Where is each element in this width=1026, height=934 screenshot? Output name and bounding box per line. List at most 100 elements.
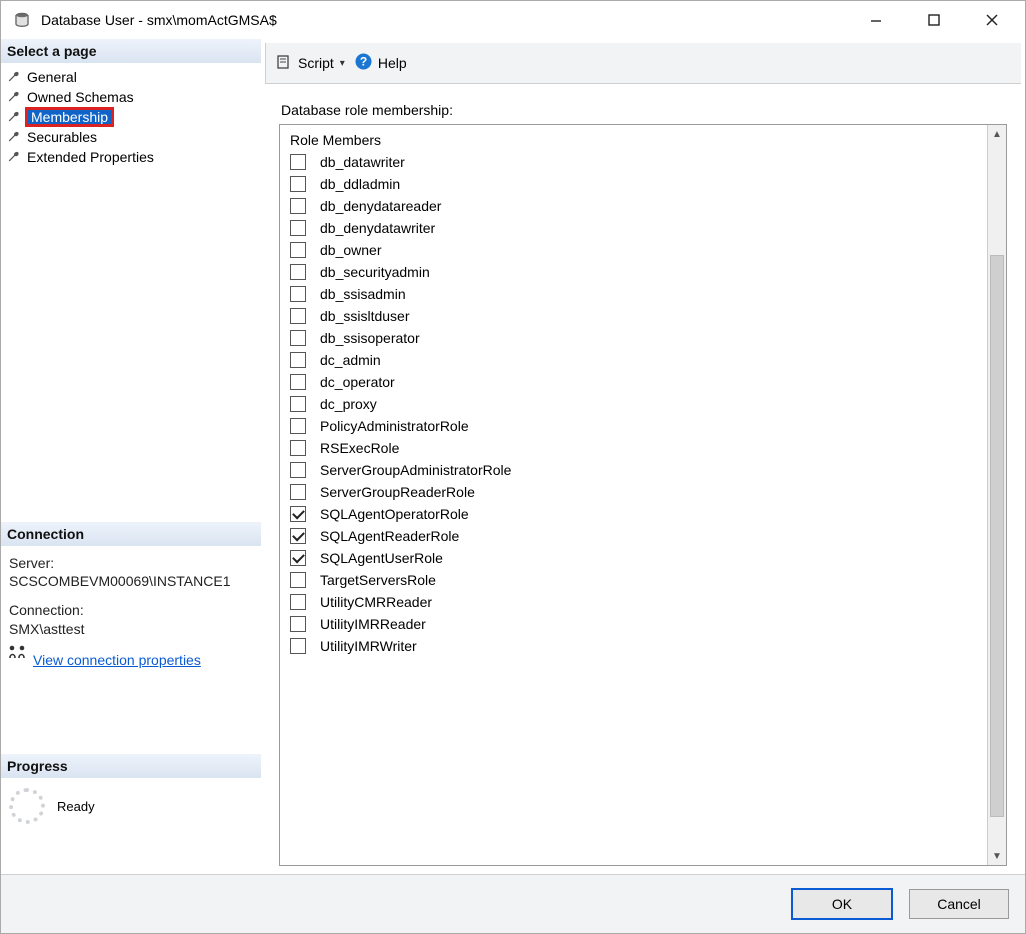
role-name: SQLAgentReaderRole	[320, 528, 459, 544]
role-row[interactable]: dc_operator	[280, 371, 987, 393]
role-row[interactable]: db_datawriter	[280, 151, 987, 173]
role-checkbox[interactable]	[290, 616, 306, 632]
page-item-general[interactable]: General	[1, 67, 261, 87]
page-item-label: Extended Properties	[27, 149, 154, 165]
progress-spinner-icon	[9, 788, 45, 824]
script-icon	[276, 55, 292, 72]
scroll-thumb[interactable]	[990, 255, 1004, 817]
page-item-label: Owned Schemas	[27, 89, 134, 105]
role-checkbox[interactable]	[290, 396, 306, 412]
role-checkbox[interactable]	[290, 242, 306, 258]
role-row[interactable]: RSExecRole	[280, 437, 987, 459]
scroll-up-icon[interactable]: ▲	[988, 125, 1006, 143]
role-checkbox[interactable]	[290, 638, 306, 654]
role-membership-label: Database role membership:	[281, 102, 1007, 118]
role-checkbox[interactable]	[290, 572, 306, 588]
role-row[interactable]: UtilityIMRReader	[280, 613, 987, 635]
title-bar: Database User - smx\momActGMSA$	[1, 1, 1025, 39]
role-checkbox[interactable]	[290, 418, 306, 434]
role-row[interactable]: UtilityCMRReader	[280, 591, 987, 613]
role-row[interactable]: SQLAgentOperatorRole	[280, 503, 987, 525]
role-name: PolicyAdministratorRole	[320, 418, 469, 434]
close-button[interactable]	[963, 1, 1021, 39]
window-title: Database User - smx\momActGMSA$	[41, 12, 277, 28]
role-row[interactable]: db_ddladmin	[280, 173, 987, 195]
page-item-extended-properties[interactable]: Extended Properties	[1, 147, 261, 167]
page-item-membership[interactable]: Membership	[1, 107, 261, 127]
help-label: Help	[378, 55, 407, 71]
role-name: db_securityadmin	[320, 264, 430, 280]
help-button[interactable]: ? Help	[355, 53, 407, 73]
role-checkbox[interactable]	[290, 506, 306, 522]
role-row[interactable]: db_ssisltduser	[280, 305, 987, 327]
right-panel: Script ▾ ? Help Database role membership…	[261, 39, 1025, 874]
role-checkbox[interactable]	[290, 550, 306, 566]
role-name: db_denydatareader	[320, 198, 441, 214]
role-name: db_datawriter	[320, 154, 405, 170]
role-checkbox[interactable]	[290, 352, 306, 368]
role-row[interactable]: ServerGroupAdministratorRole	[280, 459, 987, 481]
scroll-down-icon[interactable]: ▼	[988, 847, 1006, 865]
role-name: ServerGroupAdministratorRole	[320, 462, 511, 478]
role-row[interactable]: PolicyAdministratorRole	[280, 415, 987, 437]
role-checkbox[interactable]	[290, 374, 306, 390]
role-checkbox[interactable]	[290, 440, 306, 456]
role-checkbox[interactable]	[290, 594, 306, 610]
role-checkbox[interactable]	[290, 220, 306, 236]
role-row[interactable]: db_ssisoperator	[280, 327, 987, 349]
help-icon: ?	[355, 53, 372, 73]
role-row[interactable]: db_denydatareader	[280, 195, 987, 217]
connection-value: SMX\asttest	[9, 620, 253, 639]
role-name: dc_operator	[320, 374, 395, 390]
role-name: db_denydatawriter	[320, 220, 435, 236]
chevron-down-icon: ▾	[340, 58, 345, 69]
role-name: db_ssisoperator	[320, 330, 420, 346]
role-checkbox[interactable]	[290, 154, 306, 170]
role-row[interactable]: UtilityIMRWriter	[280, 635, 987, 657]
role-checkbox[interactable]	[290, 462, 306, 478]
role-list-scrollbar[interactable]: ▲ ▼	[987, 125, 1006, 865]
database-icon	[13, 11, 31, 29]
role-checkbox[interactable]	[290, 198, 306, 214]
role-name: TargetServersRole	[320, 572, 436, 588]
role-row[interactable]: ServerGroupReaderRole	[280, 481, 987, 503]
page-item-owned-schemas[interactable]: Owned Schemas	[1, 87, 261, 107]
role-row[interactable]: db_securityadmin	[280, 261, 987, 283]
progress-status-text: Ready	[57, 799, 95, 814]
role-checkbox[interactable]	[290, 308, 306, 324]
role-name: RSExecRole	[320, 440, 399, 456]
view-connection-properties-link[interactable]: View connection properties	[33, 651, 201, 670]
connection-info: Server: SCSCOMBEVM00069\INSTANCE1 Connec…	[1, 546, 261, 684]
role-checkbox[interactable]	[290, 286, 306, 302]
role-checkbox[interactable]	[290, 330, 306, 346]
role-row[interactable]: SQLAgentReaderRole	[280, 525, 987, 547]
minimize-button[interactable]	[847, 1, 905, 39]
role-checkbox[interactable]	[290, 484, 306, 500]
role-name: UtilityIMRWriter	[320, 638, 417, 654]
role-checkbox[interactable]	[290, 176, 306, 192]
maximize-button[interactable]	[905, 1, 963, 39]
role-checkbox[interactable]	[290, 264, 306, 280]
role-row[interactable]: dc_admin	[280, 349, 987, 371]
role-row[interactable]: db_ssisadmin	[280, 283, 987, 305]
role-row[interactable]: SQLAgentUserRole	[280, 547, 987, 569]
progress-header: Progress	[1, 754, 261, 778]
window-buttons	[847, 1, 1021, 39]
script-dropdown[interactable]: Script ▾	[276, 55, 345, 72]
role-row[interactable]: db_owner	[280, 239, 987, 261]
role-name: db_owner	[320, 242, 382, 258]
role-name: db_ddladmin	[320, 176, 400, 192]
right-toolbar: Script ▾ ? Help	[265, 43, 1021, 84]
role-list-header: Role Members	[280, 129, 987, 151]
page-item-securables[interactable]: Securables	[1, 127, 261, 147]
role-name: dc_admin	[320, 352, 381, 368]
role-checkbox[interactable]	[290, 528, 306, 544]
role-row[interactable]: dc_proxy	[280, 393, 987, 415]
cancel-button[interactable]: Cancel	[909, 889, 1009, 919]
connection-header: Connection	[1, 522, 261, 546]
ok-button[interactable]: OK	[791, 888, 893, 920]
server-value: SCSCOMBEVM00069\INSTANCE1	[9, 572, 253, 591]
role-row[interactable]: db_denydatawriter	[280, 217, 987, 239]
role-row[interactable]: TargetServersRole	[280, 569, 987, 591]
script-label: Script	[298, 55, 334, 71]
